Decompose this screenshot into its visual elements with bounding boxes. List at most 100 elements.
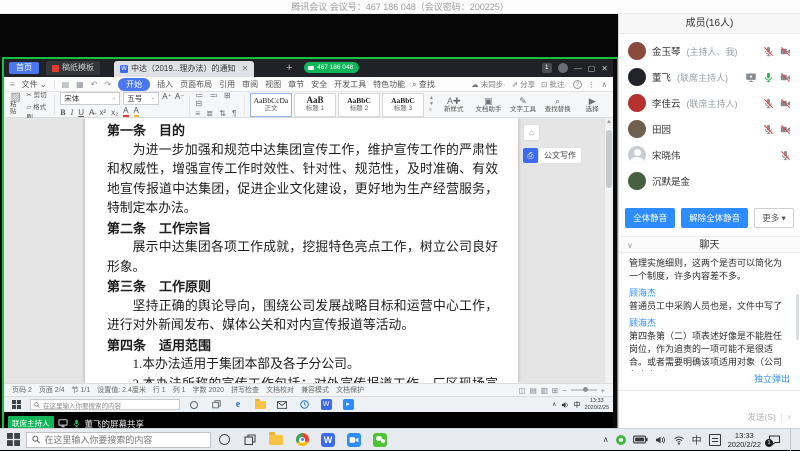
shared-meeting-icon[interactable]: ▸ — [340, 398, 356, 412]
wps-document-tab[interactable]: W 中达（2019...理办法）的通知 ✕ — [114, 61, 254, 77]
speaker-icon[interactable] — [655, 435, 666, 445]
font-size-select[interactable]: 五号⌄ — [123, 92, 159, 105]
task-view-button[interactable] — [237, 429, 263, 451]
taskbar-clock[interactable]: 13:33 2020/2/22 — [728, 431, 761, 449]
undo-icon[interactable]: ↶ — [91, 80, 98, 89]
member-row[interactable]: 李佳云 (联席主持人) — [619, 90, 800, 116]
action-center-button[interactable]: 1 — [768, 434, 781, 446]
camera-off-icon[interactable] — [780, 98, 791, 109]
underline-icon[interactable]: U — [78, 108, 84, 117]
mic-muted-icon[interactable] — [763, 46, 774, 57]
close-tab-icon[interactable]: ✕ — [241, 61, 248, 77]
user-avatar-icon[interactable] — [558, 63, 568, 73]
quick-home-button[interactable]: ⌂ — [523, 124, 540, 141]
redo-icon[interactable]: ↷ — [104, 80, 111, 89]
collapse-ribbon-icon[interactable]: ∧ — [602, 80, 608, 89]
wechat-button[interactable] — [367, 429, 393, 451]
superscript-icon[interactable]: x² — [99, 108, 106, 117]
zoom-in-icon[interactable]: + — [601, 386, 605, 395]
mic-on-icon[interactable] — [763, 72, 774, 83]
shared-ime-indicator[interactable]: 中 — [574, 400, 581, 410]
mic-muted-icon[interactable] — [780, 150, 791, 161]
menu-tab-features[interactable]: 特色功能 — [373, 79, 405, 90]
status-spellcheck[interactable]: 拼写检查 — [231, 385, 259, 395]
shared-mail-icon[interactable] — [274, 398, 290, 412]
align-icons[interactable]: ≡ ≣ ⇅ ¶ — [195, 110, 239, 118]
find-replace-button[interactable]: ⌕ 查找替换 — [543, 96, 573, 114]
shared-clock[interactable]: 13:33 2020/2/25 — [585, 398, 609, 411]
send-options-chevron-icon[interactable]: ∨ — [781, 413, 792, 421]
shared-search-box[interactable]: 在这里输入你要搜索的内容 — [30, 399, 180, 410]
zoom-slider[interactable] — [571, 389, 597, 391]
member-row[interactable]: 宋晓伟 — [619, 142, 800, 168]
print-icon[interactable]: ▦ — [76, 80, 84, 89]
popout-chat-link[interactable]: 独立弹出 — [754, 372, 790, 385]
member-row[interactable]: 田园 — [619, 116, 800, 142]
status-doc-protect[interactable]: 文档保护 — [336, 385, 364, 395]
font-name-select[interactable]: 宋体⌄ — [60, 92, 120, 105]
document-scrollbar[interactable]: ▲ — [604, 118, 613, 383]
fullscreen-icon[interactable]: ⊞ — [552, 386, 558, 395]
list-and-indent-icons[interactable]: ≔ ≕ ⊞ ⊟ — [195, 92, 239, 108]
send-button[interactable]: 发送(S) — [748, 411, 776, 423]
file-explorer-button[interactable] — [263, 429, 289, 451]
shared-tray-expand-icon[interactable]: ∧ — [552, 401, 556, 408]
wps-home-tab[interactable]: 首页 — [9, 62, 39, 74]
wps-template-tab[interactable]: 稿纸模板 — [46, 61, 100, 75]
members-header[interactable]: 成员(16人) — [619, 14, 800, 34]
menu-tab-reference[interactable]: 引用 — [219, 79, 235, 90]
style-heading3[interactable]: AaBbC 标题 3 — [382, 93, 424, 117]
gallery-expand-icon[interactable]: ≡ — [429, 108, 434, 113]
mute-all-button[interactable]: 全体静音 — [625, 208, 675, 228]
touch-keyboard-icon[interactable] — [709, 434, 721, 446]
chat-scrollbar[interactable] — [796, 294, 799, 340]
style-heading1[interactable]: AaB 标题 1 — [294, 93, 336, 117]
more-button[interactable]: 更多 ▾ — [754, 208, 794, 228]
scrollbar-thumb[interactable] — [606, 130, 612, 188]
camera-off-icon[interactable] — [780, 124, 791, 135]
menu-tab-devtools[interactable]: 开发工具 — [334, 79, 366, 90]
shrink-font-icon[interactable]: A⁻ — [175, 92, 185, 105]
outline-view-icon[interactable]: ▥ — [541, 386, 548, 395]
mic-muted-icon[interactable] — [763, 98, 774, 109]
minimize-icon[interactable]: — — [574, 64, 582, 73]
unmute-all-button[interactable]: 解除全体静音 — [681, 208, 748, 228]
status-word-count[interactable]: 字数 2020 — [193, 385, 225, 395]
scroll-up-icon[interactable]: ▲ — [606, 119, 612, 125]
meeting-floating-pill[interactable]: 467 186 048 — [304, 62, 359, 73]
shared-file-explorer-icon[interactable] — [252, 398, 268, 412]
collapse-chevron-icon[interactable]: ∨ — [627, 237, 633, 254]
shared-start-button[interactable] — [8, 398, 24, 412]
wechat-tray-icon[interactable] — [616, 435, 626, 445]
comment-button[interactable]: ⊡ 批注· — [541, 79, 567, 90]
page-view-icon[interactable]: ▤ — [530, 386, 537, 395]
tray-expand-icon[interactable]: ∧ — [603, 435, 609, 444]
ime-language-indicator[interactable]: 中 — [692, 432, 702, 447]
official-doc-writer-tool[interactable]: ⎙ 公文写作 — [523, 147, 603, 164]
more-menu-icon[interactable]: ⋮ — [588, 80, 596, 89]
member-row[interactable]: 金玉琴 (主持人、我) — [619, 38, 800, 64]
cortana-button[interactable] — [211, 429, 237, 451]
shared-edge-icon[interactable]: e — [230, 398, 246, 412]
shared-speaker-icon[interactable] — [561, 401, 570, 409]
menu-tab-review[interactable]: 审阅 — [242, 79, 258, 90]
menu-find[interactable]: ⌕ 查找 — [412, 79, 435, 90]
start-button[interactable] — [0, 433, 26, 446]
taskbar-search-box[interactable] — [26, 432, 211, 448]
member-row[interactable]: 沉默是金 — [619, 168, 800, 194]
show-desktop-button[interactable] — [790, 429, 795, 451]
sharing-screen-icon[interactable] — [745, 72, 757, 83]
new-style-button[interactable]: A✚ 新样式 — [439, 96, 469, 114]
cloud-sync-status[interactable]: ☁ 未同步· — [471, 79, 506, 90]
shared-task-view-icon[interactable] — [208, 398, 224, 412]
menu-tab-security[interactable]: 安全 — [311, 79, 327, 90]
network-icon[interactable] — [673, 435, 685, 445]
eye-protect-icon[interactable]: ◫ — [519, 386, 526, 395]
menu-tab-layout[interactable]: 页面布局 — [180, 79, 212, 90]
menu-tab-view[interactable]: 视图 — [265, 79, 281, 90]
shared-cortana-icon[interactable] — [186, 398, 202, 412]
camera-off-icon[interactable] — [780, 46, 791, 57]
cut-button[interactable]: ✂ 剪切 — [26, 89, 49, 99]
highlight-color-icon[interactable]: A — [123, 107, 128, 117]
battery-icon[interactable] — [633, 435, 648, 444]
